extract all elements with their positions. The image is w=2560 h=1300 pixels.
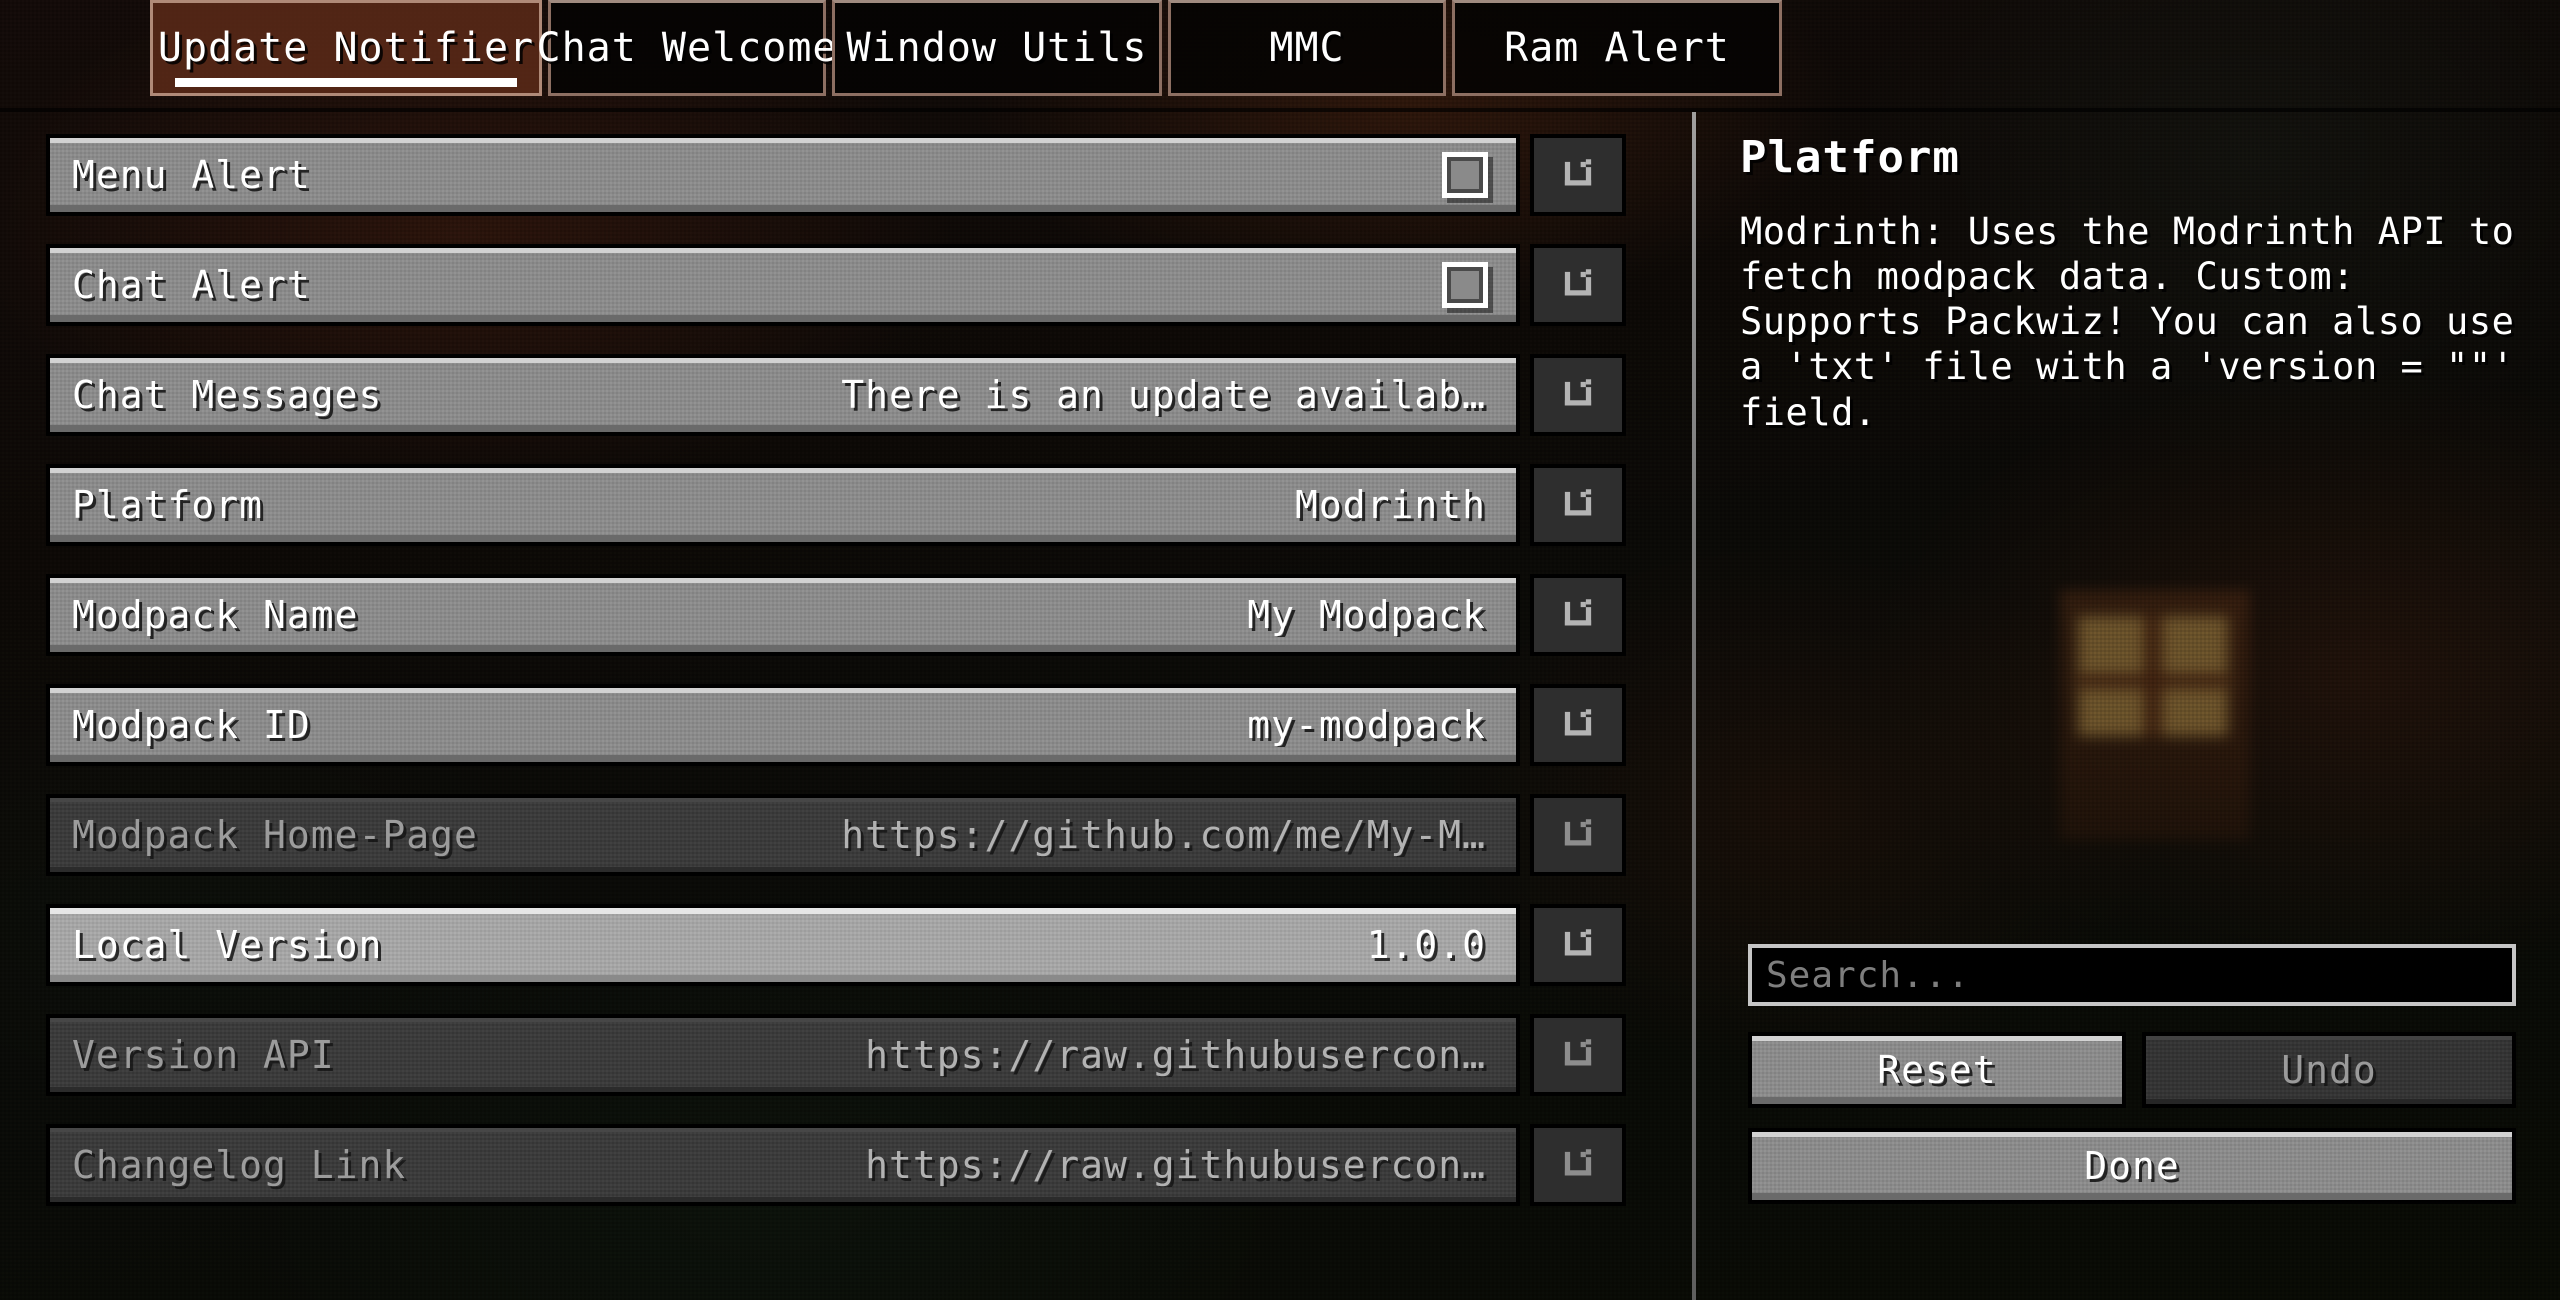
tab-update-notifier[interactable]: Update Notifier — [150, 0, 542, 96]
reset-row-button[interactable] — [1530, 1014, 1626, 1096]
config-row: Modpack ID my-modpack — [46, 684, 1626, 766]
info-title: Platform — [1740, 132, 1960, 183]
config-row: Chat Messages There is an update availab… — [46, 354, 1626, 436]
config-entry-modpack-id[interactable]: Modpack ID my-modpack — [46, 684, 1520, 766]
config-entry-local-version[interactable]: Local Version 1.0.0 — [46, 904, 1520, 986]
reset-row-button[interactable] — [1530, 244, 1626, 326]
config-entry-value: My Modpack — [1247, 593, 1486, 637]
active-tab-underline — [175, 78, 517, 87]
config-row: Menu Alert — [46, 134, 1626, 216]
config-entry-chat-messages[interactable]: Chat Messages There is an update availab… — [46, 354, 1520, 436]
config-entry-label: Changelog Link — [72, 1143, 407, 1187]
tab-label: Update Notifier — [157, 25, 535, 71]
info-panel: Platform Modrinth: Uses the Modrinth API… — [1740, 132, 2540, 435]
done-button[interactable]: Done — [1748, 1128, 2516, 1204]
config-entry-label: Modpack Home-Page — [72, 813, 478, 857]
reset-row-button[interactable] — [1530, 794, 1626, 876]
header-separator — [0, 108, 2560, 112]
config-entry-value: https://raw.githubusercon… — [865, 1033, 1486, 1077]
config-row: Platform Modrinth — [46, 464, 1626, 546]
config-option-list: Menu Alert Chat Alert Chat Messages Ther… — [46, 134, 1626, 1234]
config-screen: Update Notifier Chat Welcome Window Util… — [0, 0, 2560, 1300]
config-entry-label: Chat Alert — [72, 263, 311, 307]
done-button-label: Done — [2084, 1144, 2180, 1188]
config-entry-menu-alert[interactable]: Menu Alert — [46, 134, 1520, 216]
reset-row-button[interactable] — [1530, 1124, 1626, 1206]
config-entry-label: Modpack Name — [72, 593, 359, 637]
config-entry-label: Chat Messages — [72, 373, 383, 417]
config-entry-chat-alert[interactable]: Chat Alert — [46, 244, 1520, 326]
config-entry-modpack-name[interactable]: Modpack Name My Modpack — [46, 574, 1520, 656]
config-entry-modpack-home-page: Modpack Home-Page https://github.com/me/… — [46, 794, 1520, 876]
config-entry-label: Modpack ID — [72, 703, 311, 747]
config-entry-value: Modrinth — [1294, 483, 1486, 527]
reset-arrow-icon — [1564, 1039, 1592, 1066]
config-entry-value: 1.0.0 — [1366, 923, 1486, 967]
tab-chat-welcome[interactable]: Chat Welcome — [537, 0, 837, 96]
tab-bar: Update Notifier Chat Welcome Window Util… — [0, 0, 2560, 110]
search-input[interactable]: Search... — [1748, 944, 2516, 1006]
config-entry-version-api: Version API https://raw.githubusercon… — [46, 1014, 1520, 1096]
reset-arrow-icon — [1564, 599, 1592, 626]
reset-arrow-icon — [1564, 709, 1592, 736]
config-entry-value: my-modpack — [1247, 703, 1486, 747]
config-row: Modpack Home-Page https://github.com/me/… — [46, 794, 1626, 876]
config-entry-value: There is an update availab… — [841, 373, 1486, 417]
reset-row-button[interactable] — [1530, 134, 1626, 216]
menu-alert-checkbox[interactable] — [1442, 152, 1488, 198]
config-row: Local Version 1.0.0 — [46, 904, 1626, 986]
reset-row-button[interactable] — [1530, 354, 1626, 436]
config-entry-label: Local Version — [72, 923, 383, 967]
search-placeholder: Search... — [1766, 954, 1971, 996]
undo-button: Undo — [2142, 1032, 2516, 1108]
undo-button-label: Undo — [2281, 1048, 2377, 1092]
reset-arrow-icon — [1564, 1149, 1592, 1176]
chat-alert-checkbox[interactable] — [1442, 262, 1488, 308]
reset-arrow-icon — [1564, 379, 1592, 406]
reset-arrow-icon — [1564, 269, 1592, 296]
config-entry-changelog-link: Changelog Link https://raw.githubusercon… — [46, 1124, 1520, 1206]
reset-button-label: Reset — [1877, 1048, 1997, 1092]
config-entry-label: Platform — [72, 483, 264, 527]
tab-ram-alert[interactable]: Ram Alert — [1452, 0, 1782, 96]
reset-row-button[interactable] — [1530, 684, 1626, 766]
reset-row-button[interactable] — [1530, 574, 1626, 656]
config-entry-platform[interactable]: Platform Modrinth — [46, 464, 1520, 546]
config-entry-label: Menu Alert — [72, 153, 311, 197]
reset-arrow-icon — [1564, 819, 1592, 846]
config-row: Version API https://raw.githubusercon… — [46, 1014, 1626, 1096]
tab-label: Ram Alert — [1504, 25, 1730, 71]
config-row: Changelog Link https://raw.githubusercon… — [46, 1124, 1626, 1206]
config-row: Chat Alert — [46, 244, 1626, 326]
reset-row-button[interactable] — [1530, 904, 1626, 986]
tab-mmc[interactable]: MMC — [1168, 0, 1446, 96]
config-entry-value: https://github.com/me/My-M… — [841, 813, 1486, 857]
config-row: Modpack Name My Modpack — [46, 574, 1626, 656]
reset-row-button[interactable] — [1530, 464, 1626, 546]
tab-window-utils[interactable]: Window Utils — [832, 0, 1162, 96]
config-entry-value: https://raw.githubusercon… — [865, 1143, 1486, 1187]
tab-label: Chat Welcome — [536, 25, 838, 71]
info-description: Modrinth: Uses the Modrinth API to fetch… — [1740, 210, 2515, 434]
reset-button[interactable]: Reset — [1748, 1032, 2126, 1108]
reset-arrow-icon — [1564, 489, 1592, 516]
panel-divider — [1692, 112, 1696, 1300]
tab-label: MMC — [1269, 25, 1345, 71]
reset-arrow-icon — [1564, 929, 1592, 956]
reset-arrow-icon — [1564, 159, 1592, 186]
config-entry-label: Version API — [72, 1033, 335, 1077]
tab-label: Window Utils — [846, 25, 1148, 71]
